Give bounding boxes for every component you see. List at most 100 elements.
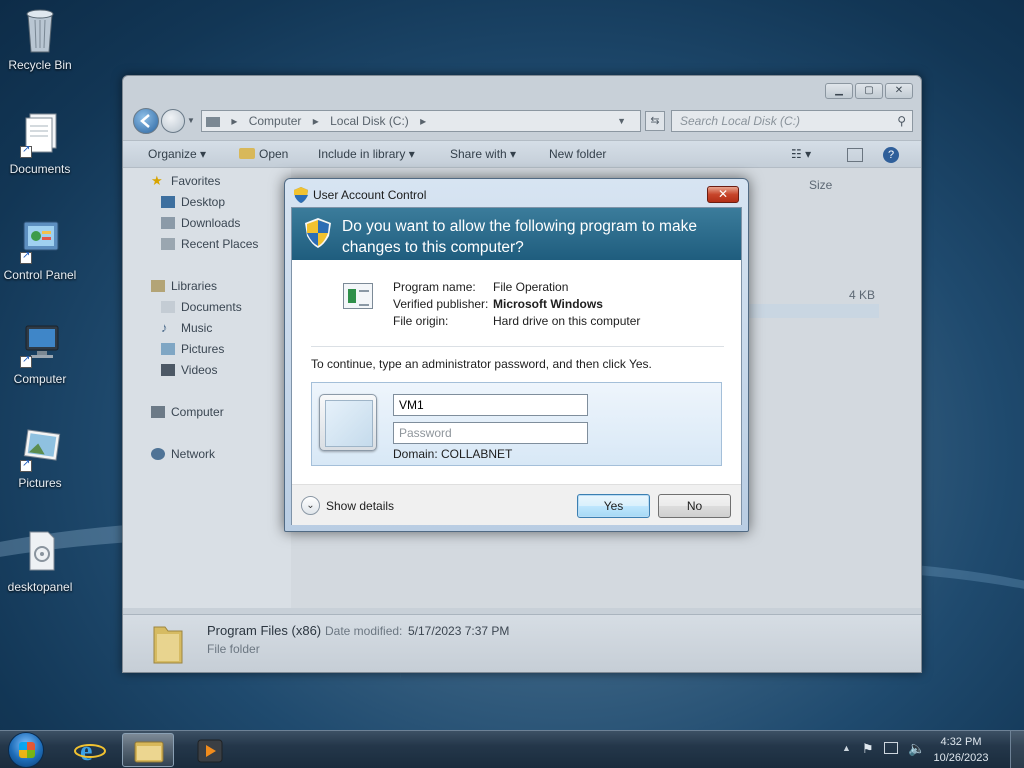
nav-music[interactable]: ♪ Music — [161, 321, 212, 335]
yes-button[interactable]: Yes — [577, 494, 650, 518]
desktop-icon-label: desktopanel — [7, 580, 73, 594]
nav-videos[interactable]: Videos — [161, 363, 217, 377]
nav-documents[interactable]: Documents — [161, 300, 242, 314]
refresh-button[interactable]: ⇆ — [645, 111, 665, 131]
svg-text:e: e — [80, 736, 92, 767]
open-button[interactable]: Open — [239, 147, 288, 161]
forward-button[interactable] — [161, 109, 185, 133]
pictures-icon — [161, 343, 175, 355]
show-details-toggle[interactable]: ⌄ — [301, 496, 320, 515]
no-button[interactable]: No — [658, 494, 731, 518]
computer-shortcut-icon — [18, 320, 62, 368]
pictures-shortcut-icon — [18, 424, 62, 472]
desktop-icon-label: Control Panel — [3, 268, 77, 282]
address-dropdown-icon[interactable]: ▼ — [617, 111, 626, 131]
organize-button[interactable]: Organize ▾ — [148, 147, 206, 161]
view-options-icon[interactable]: ☷ ▾ — [791, 147, 811, 161]
nav-computer[interactable]: Computer — [151, 405, 224, 419]
new-folder-button[interactable]: New folder — [549, 147, 606, 161]
uac-instruction: To continue, type an administrator passw… — [311, 357, 652, 371]
breadcrumb-separator-icon: ▸ — [312, 114, 319, 128]
desktop-icon-documents[interactable]: Documents — [0, 110, 80, 176]
column-header-size[interactable]: Size — [809, 178, 832, 192]
navigation-bar: ▼ ▸ Computer ▸ Local Disk (C:) ▸ ▼ ⇆ Sea… — [123, 106, 921, 138]
uac-question: Do you want to allow the following progr… — [342, 218, 697, 256]
desktop-icon-control-panel[interactable]: Control Panel — [0, 216, 80, 282]
program-name-value: File Operation — [493, 280, 569, 294]
open-folder-icon — [239, 148, 255, 159]
nav-downloads[interactable]: Downloads — [161, 216, 240, 230]
password-field[interactable] — [393, 422, 588, 444]
command-bar: Organize ▾ Open Include in library ▾ Sha… — [123, 140, 921, 168]
show-desktop-button[interactable] — [1010, 731, 1024, 768]
folder-icon — [153, 626, 183, 664]
share-label: Share with — [450, 147, 507, 161]
username-field[interactable] — [393, 394, 588, 416]
recent-places-icon — [161, 238, 175, 250]
include-in-library-button[interactable]: Include in library ▾ — [318, 147, 415, 161]
control-panel-shortcut-icon — [18, 216, 62, 264]
taskbar-windows-explorer[interactable] — [122, 733, 174, 767]
network-status-icon[interactable] — [884, 742, 898, 754]
videos-icon — [161, 364, 175, 376]
libraries-icon — [151, 280, 165, 292]
nav-label: Computer — [171, 405, 224, 419]
publisher-label: Verified publisher: — [393, 297, 489, 311]
star-icon: ★ — [151, 173, 163, 188]
nav-desktop[interactable]: Desktop — [161, 195, 225, 209]
open-label: Open — [259, 147, 289, 161]
back-arrow-icon — [140, 114, 150, 128]
preview-pane-icon[interactable] — [847, 148, 863, 162]
uac-close-button[interactable]: ✕ — [707, 186, 739, 203]
close-icon: ✕ — [717, 187, 729, 201]
share-with-button[interactable]: Share with ▾ — [450, 147, 516, 161]
start-button[interactable] — [8, 732, 44, 768]
credential-tile[interactable]: Domain: COLLABNET — [311, 382, 722, 466]
desktop-icon-computer[interactable]: Computer — [0, 320, 80, 386]
nav-pictures[interactable]: Pictures — [161, 342, 224, 356]
desktop-icon-recycle-bin[interactable]: Recycle Bin — [0, 6, 80, 72]
taskbar-internet-explorer[interactable]: e — [64, 733, 116, 767]
details-date-label: Date modified: — [325, 624, 403, 638]
desktop-icon-label: Computer — [13, 372, 67, 386]
desktop-icon-desktopanel[interactable]: desktopanel — [0, 528, 80, 594]
internet-explorer-icon: e — [74, 736, 106, 767]
breadcrumb-local-disk[interactable]: Local Disk (C:) — [330, 114, 409, 128]
nav-libraries[interactable]: Libraries — [151, 279, 217, 293]
help-icon[interactable]: ? — [883, 147, 899, 163]
desktop-icon-label: Documents — [9, 162, 71, 176]
search-input[interactable]: Search Local Disk (C:) ⚲ — [671, 110, 913, 132]
downloads-icon — [161, 217, 175, 229]
breadcrumb-separator-icon: ▸ — [231, 114, 238, 128]
divider — [311, 346, 724, 347]
show-details-link[interactable]: Show details — [326, 499, 394, 513]
music-icon: ♪ — [161, 320, 168, 335]
uac-body: Do you want to allow the following progr… — [291, 207, 742, 525]
nav-network[interactable]: Network — [151, 447, 215, 461]
show-hidden-icons-button[interactable]: ▲ — [842, 743, 851, 753]
volume-icon[interactable]: 🔈 — [908, 740, 925, 757]
window-controls: ▁ ▢ ✕ — [825, 83, 913, 99]
action-center-flag-icon[interactable]: ⚑ — [862, 741, 874, 757]
nav-recent-places[interactable]: Recent Places — [161, 237, 258, 251]
shortcut-arrow-icon — [20, 458, 32, 472]
recent-pages-chevron-icon[interactable]: ▼ — [187, 116, 195, 125]
desktop-icon-pictures[interactable]: Pictures — [0, 424, 80, 490]
minimize-button[interactable]: ▁ — [825, 83, 853, 99]
taskbar-media-player[interactable] — [184, 733, 236, 767]
address-bar[interactable]: ▸ Computer ▸ Local Disk (C:) ▸ ▼ — [201, 110, 641, 132]
nav-label: Network — [171, 447, 216, 461]
search-placeholder: Search Local Disk (C:) — [680, 114, 801, 128]
details-date-value: 5/17/2023 7:37 PM — [408, 624, 510, 638]
back-button[interactable] — [133, 108, 159, 134]
navigation-pane: ★ Favorites Desktop Downloads Recent Plac… — [123, 168, 291, 608]
clock[interactable]: 4:32 PM 10/26/2023 — [926, 734, 996, 766]
maximize-button[interactable]: ▢ — [855, 83, 883, 99]
windows-logo-icon — [19, 742, 35, 758]
breadcrumb-computer[interactable]: Computer — [249, 114, 302, 128]
shortcut-arrow-icon — [20, 354, 32, 368]
nav-favorites[interactable]: ★ Favorites — [151, 174, 220, 188]
desktop-icon-label: Pictures — [18, 476, 62, 490]
file-origin-value: Hard drive on this computer — [493, 314, 641, 328]
close-button[interactable]: ✕ — [885, 83, 913, 99]
